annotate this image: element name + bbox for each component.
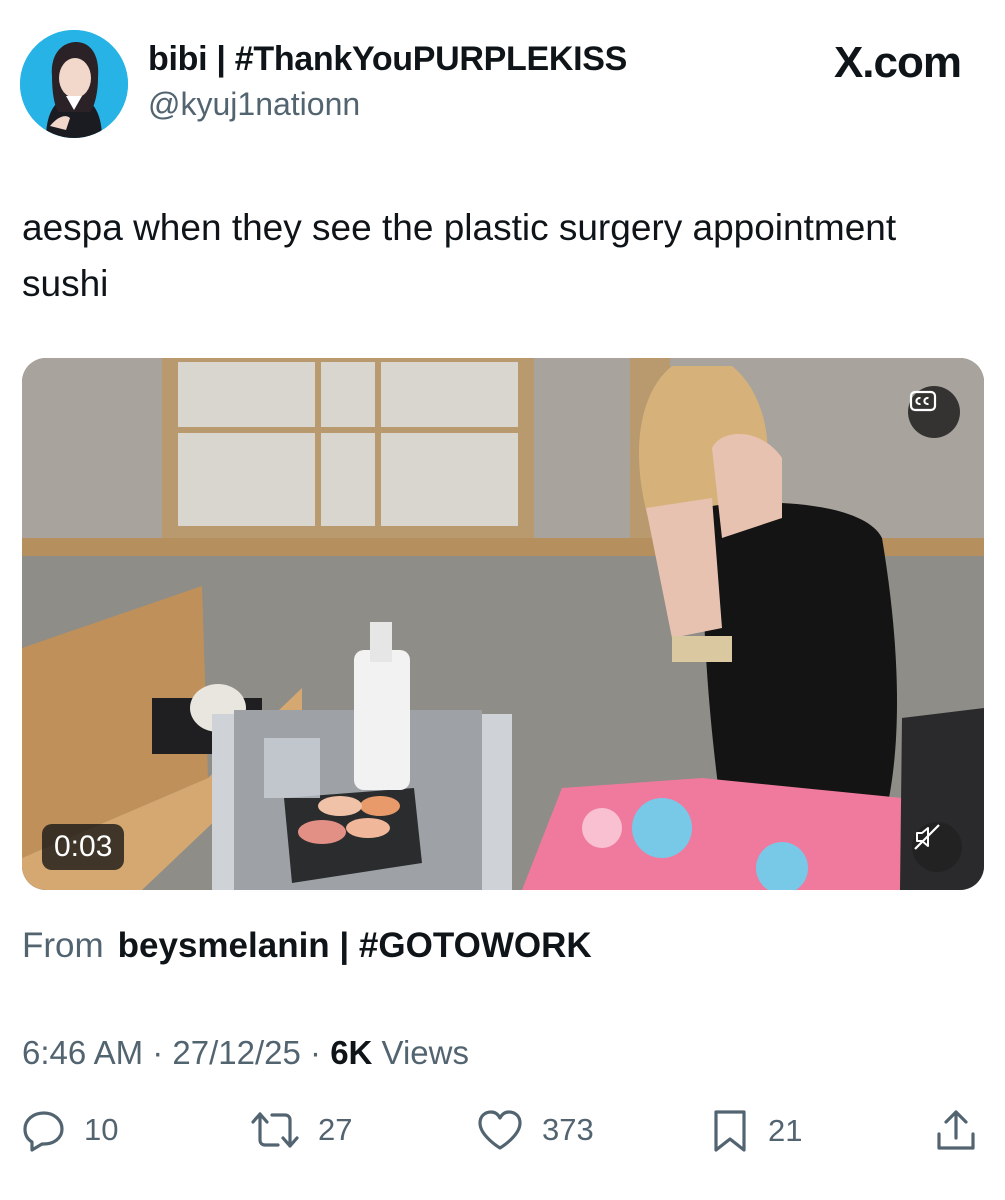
- brand-logo: X.com: [833, 38, 962, 87]
- meta-separator: ·: [300, 1034, 331, 1071]
- author-display-name[interactable]: bibi | #ThankYouPURPLEKISS: [148, 40, 627, 79]
- muted-speaker-icon: [914, 824, 940, 850]
- like-count: 373: [542, 1112, 594, 1147]
- repost-count: 27: [318, 1112, 353, 1147]
- bookmark-icon: [714, 1110, 746, 1152]
- video-player[interactable]: 0:03: [22, 358, 984, 890]
- post-time[interactable]: 6:46 AM: [22, 1034, 143, 1071]
- like-button[interactable]: 373: [476, 1108, 594, 1152]
- bookmark-button[interactable]: 21: [710, 1108, 802, 1154]
- repost-icon: [251, 1112, 299, 1148]
- repost-button[interactable]: 27: [250, 1108, 352, 1152]
- author-handle[interactable]: @kyuj1nationn: [148, 86, 360, 123]
- video-frame: [22, 358, 984, 890]
- mute-button[interactable]: [912, 822, 962, 872]
- reply-button[interactable]: 10: [22, 1108, 118, 1152]
- reply-count: 10: [84, 1112, 119, 1147]
- closed-captions-icon: [909, 390, 937, 412]
- post-date[interactable]: 27/12/25: [172, 1034, 300, 1071]
- action-bar: 10 27 373 21: [22, 1108, 982, 1158]
- heart-icon: [478, 1110, 522, 1150]
- avatar[interactable]: [20, 30, 128, 138]
- avatar-image: [20, 30, 128, 138]
- bookmark-count: 21: [768, 1113, 803, 1148]
- video-duration: 0:03: [42, 824, 125, 870]
- views-count: 6K: [330, 1034, 373, 1071]
- share-icon: [937, 1110, 975, 1150]
- source-account[interactable]: beysmelanin | #GOTOWORK: [118, 926, 592, 965]
- from-label: From: [22, 926, 104, 965]
- reply-icon: [23, 1111, 64, 1152]
- meta-separator: ·: [143, 1034, 173, 1071]
- views-label: Views: [372, 1034, 469, 1071]
- post-metadata: 6:46 AM · 27/12/25 · 6K Views: [22, 1034, 469, 1072]
- video-attribution: From beysmelanin | #GOTOWORK: [22, 926, 592, 966]
- share-button[interactable]: [934, 1108, 978, 1154]
- post-text: aespa when they see the plastic surgery …: [22, 207, 897, 304]
- closed-captions-button[interactable]: [908, 386, 960, 438]
